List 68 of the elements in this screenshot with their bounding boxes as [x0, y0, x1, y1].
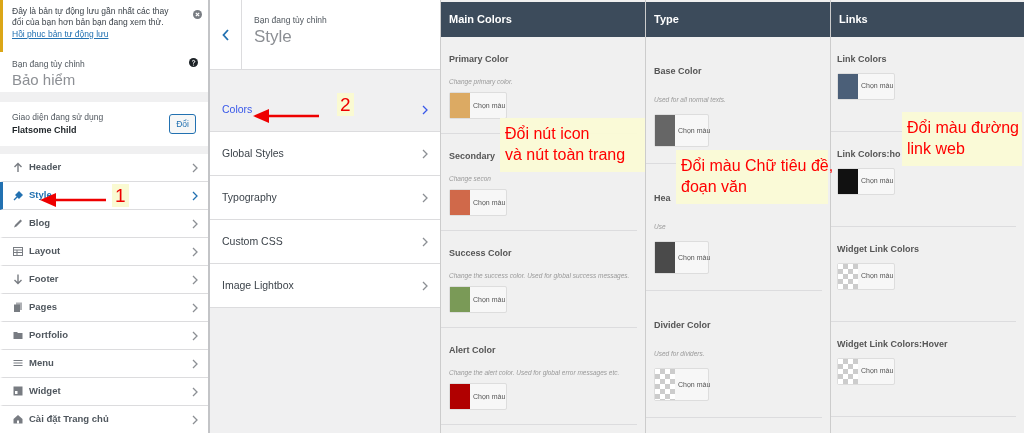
pin-icon — [13, 190, 23, 201]
step-number: 1 — [112, 184, 129, 207]
color-label: Link Colors — [837, 53, 887, 66]
panel-header: Type — [646, 2, 830, 37]
color-label: Divider Color — [654, 319, 711, 332]
chevron-icon — [192, 330, 198, 341]
chevron-icon — [192, 246, 198, 257]
arrow-up-icon — [13, 162, 23, 173]
transparency-swatch — [655, 369, 675, 401]
section-title: Style — [254, 26, 293, 48]
folder-icon — [13, 330, 23, 341]
theme-name: Flatsome Child — [12, 123, 78, 137]
color-label: Alert Color — [449, 344, 496, 357]
close-icon — [193, 10, 202, 19]
chevron-left-icon — [222, 28, 229, 41]
theme-label: Giao diện đang sử dụng — [12, 110, 104, 124]
menu-item[interactable]: Portfolio — [0, 322, 208, 350]
color-label: Hea — [654, 192, 671, 205]
menu-item[interactable]: Header — [0, 154, 208, 182]
chevron-icon — [422, 280, 428, 291]
chevron-icon — [192, 190, 198, 201]
menu-item[interactable]: Widget — [0, 378, 208, 406]
color-label: Base Color — [654, 65, 702, 78]
chevron-icon — [192, 386, 198, 397]
callout-note: Đổi màu đường link web — [902, 112, 1022, 166]
site-title: Bảo hiểm — [12, 70, 77, 89]
callout-note: Đổi nút icon và nút toàn trang — [500, 118, 645, 172]
color-label: Success Color — [449, 247, 512, 260]
chevron-icon — [422, 236, 428, 247]
chevron-icon — [192, 358, 198, 369]
transparency-swatch — [838, 358, 858, 384]
color-label: Widget Link Colors — [837, 243, 919, 256]
chevron-icon — [422, 148, 428, 159]
change-theme-button[interactable]: Đổi — [169, 113, 196, 135]
menu-item[interactable]: Pages — [0, 294, 208, 322]
chevron-icon — [192, 218, 198, 229]
menu-item[interactable]: Footer — [0, 266, 208, 294]
menu-item[interactable]: Cài đặt Trang chủ — [0, 406, 208, 433]
help-icon — [189, 58, 198, 67]
color-label: Widget Link Colors:Hover — [837, 338, 948, 351]
chevron-icon — [422, 104, 428, 115]
panel-header: Links — [831, 2, 1024, 37]
table-icon — [13, 246, 23, 257]
pointer-arrow — [253, 108, 321, 124]
color-label: Secondary — [449, 150, 496, 163]
chevron-icon — [192, 302, 198, 313]
customizing-label: Bạn đang tùy chỉnh — [254, 14, 327, 27]
chevron-icon — [422, 192, 428, 203]
menu-icon — [13, 358, 23, 369]
menu-item[interactable]: Menu — [0, 350, 208, 378]
pages-icon — [13, 302, 23, 313]
customizing-label: Bạn đang tùy chỉnh — [12, 58, 86, 71]
menu-item[interactable]: Blog — [0, 210, 208, 238]
autosave-notice: Đây là bản tự động lưu gần nhất các thay đổi của bạn hơn bản bạn đang xem thử. Hồi phục bản tự động lưu — [12, 6, 170, 41]
color-label: Primary Color — [449, 53, 509, 66]
widget-icon — [13, 386, 23, 397]
menu-item[interactable]: Layout — [0, 238, 208, 266]
pencil-icon — [13, 218, 23, 229]
chevron-icon — [192, 414, 198, 425]
chevron-icon — [192, 274, 198, 285]
home-icon — [13, 414, 23, 425]
restore-link[interactable]: Hồi phục bản tự động lưu — [12, 28, 109, 39]
transparency-swatch — [838, 263, 858, 289]
step-number: 2 — [337, 93, 354, 116]
color-label: Link Colors:ho — [837, 148, 901, 161]
arrow-down-icon — [13, 274, 23, 285]
panel-header: Main Colors — [441, 2, 645, 37]
chevron-icon — [192, 162, 198, 173]
